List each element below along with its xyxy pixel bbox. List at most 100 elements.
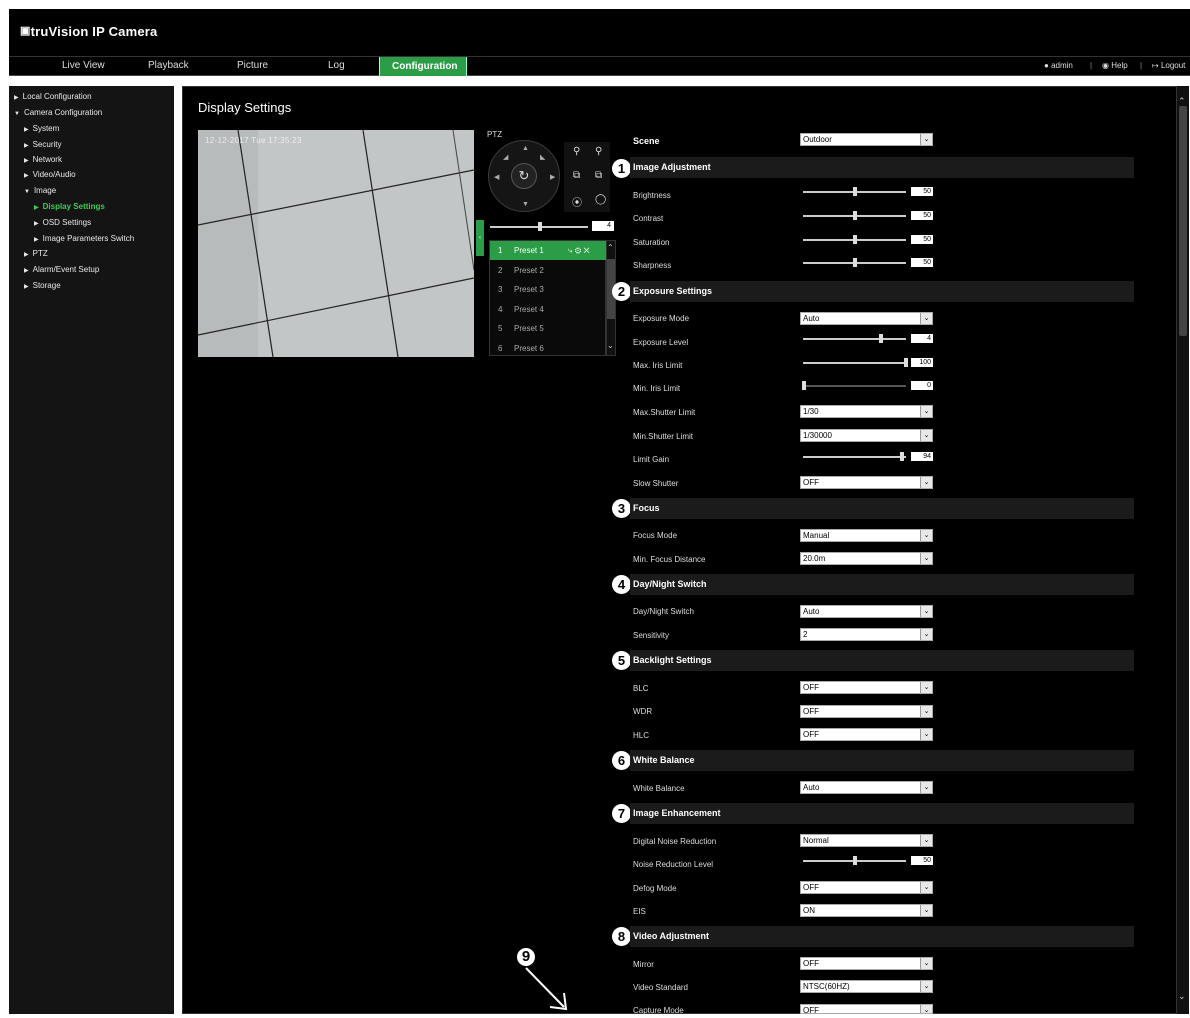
sidebar-item-image[interactable]: ▼ Image bbox=[24, 186, 56, 195]
preset-row[interactable]: 2 Preset 2 bbox=[490, 261, 607, 280]
tab-playback[interactable]: Playback bbox=[148, 60, 189, 71]
preset-row[interactable]: 1 Preset 1 ⤷ ⚙ ✕ bbox=[490, 241, 607, 260]
sidebar-item-osd-settings[interactable]: ▶ OSD Settings bbox=[34, 218, 91, 227]
limit-gain-value[interactable]: 94 bbox=[911, 452, 933, 461]
min-iris-value[interactable]: 0 bbox=[911, 381, 933, 390]
ptz-direction-wheel[interactable]: ▲ ▼ ◀ ▶ ◢ ◣ ↻ bbox=[488, 140, 560, 212]
logout-icon: ↦ bbox=[1152, 61, 1159, 70]
scroll-down-icon[interactable]: ⌄ bbox=[1178, 991, 1186, 1002]
arrow-down-icon[interactable]: ▼ bbox=[522, 201, 529, 208]
scroll-up-icon[interactable]: ⌃ bbox=[607, 243, 614, 252]
saturation-value[interactable]: 50 bbox=[911, 235, 933, 244]
max-iris-value[interactable]: 100 bbox=[911, 358, 933, 367]
sidebar-item-network[interactable]: ▶ Network bbox=[24, 155, 62, 164]
arrow-right-icon[interactable]: ▶ bbox=[550, 173, 555, 181]
sensitivity-select[interactable]: 2 ⌄ bbox=[800, 628, 933, 641]
mirror-select[interactable]: OFF ⌄ bbox=[800, 957, 933, 970]
arrow-up-left-icon[interactable]: ◢ bbox=[503, 153, 508, 161]
exposure-level-value[interactable]: 4 bbox=[911, 334, 933, 343]
arrow-left-icon[interactable]: ◀ bbox=[494, 173, 499, 181]
sidebar-item-storage[interactable]: ▶ Storage bbox=[24, 281, 61, 290]
sensitivity-label: Sensitivity bbox=[633, 631, 670, 640]
limit-gain-handle[interactable] bbox=[900, 452, 904, 461]
max-iris-handle[interactable] bbox=[904, 358, 908, 367]
contrast-handle[interactable] bbox=[853, 211, 857, 220]
collapse-ptz-button[interactable]: ‹ bbox=[476, 220, 484, 256]
exposure-level-handle[interactable] bbox=[879, 334, 883, 343]
focus-mode-select[interactable]: Manual ⌄ bbox=[800, 529, 933, 542]
hlc-select[interactable]: OFF ⌄ bbox=[800, 728, 933, 741]
dnr-select[interactable]: Normal ⌄ bbox=[800, 834, 933, 847]
sidebar-item-image-parameters-switch[interactable]: ▶ Image Parameters Switch bbox=[34, 234, 134, 243]
limit-gain-slider[interactable] bbox=[803, 456, 906, 458]
live-video[interactable]: 12-12-2017 Tue 17:35:23 bbox=[198, 130, 474, 357]
scroll-down-icon[interactable]: ⌄ bbox=[607, 341, 614, 350]
iris-close-icon[interactable]: ◯ bbox=[595, 194, 606, 205]
white-balance-select[interactable]: Auto ⌄ bbox=[800, 781, 933, 794]
sidebar-item-system[interactable]: ▶ System bbox=[24, 124, 59, 133]
admin-link[interactable]: ● admin bbox=[1044, 61, 1073, 70]
saturation-handle[interactable] bbox=[853, 235, 857, 244]
preset-row[interactable]: 6 Preset 6 bbox=[490, 339, 607, 358]
nr-level-handle[interactable] bbox=[853, 856, 857, 865]
min-iris-handle[interactable] bbox=[802, 381, 806, 390]
min-shutter-select[interactable]: 1/30000 ⌄ bbox=[800, 429, 933, 442]
sharpness-handle[interactable] bbox=[853, 258, 857, 267]
brightness-handle[interactable] bbox=[853, 187, 857, 196]
preset-row[interactable]: 4 Preset 4 bbox=[490, 300, 607, 319]
arrow-up-right-icon[interactable]: ◣ bbox=[540, 153, 545, 161]
set-preset-icon[interactable]: ⚙ bbox=[575, 246, 581, 255]
delete-preset-icon[interactable]: ✕ bbox=[583, 246, 589, 255]
max-shutter-select[interactable]: 1/30 ⌄ bbox=[800, 405, 933, 418]
auto-pan-icon[interactable]: ↻ bbox=[511, 163, 537, 189]
min-iris-slider[interactable] bbox=[803, 385, 906, 387]
scene-select[interactable]: Outdoor ⌄ bbox=[800, 133, 933, 146]
scrollbar-thumb[interactable] bbox=[1179, 106, 1187, 336]
nr-level-label: Noise Reduction Level bbox=[633, 860, 714, 869]
arrow-up-icon[interactable]: ▲ bbox=[522, 145, 529, 152]
ptz-speed-handle[interactable] bbox=[538, 222, 542, 231]
section-image-adjustment: Image Adjustment bbox=[630, 157, 1134, 178]
zoom-in-icon[interactable]: ⚲ bbox=[573, 146, 580, 157]
focus-near-icon[interactable]: ⧉ bbox=[573, 170, 580, 181]
sidebar-item-video-audio[interactable]: ▶ Video/Audio bbox=[24, 170, 76, 179]
sidebar-item-ptz[interactable]: ▶ PTZ bbox=[24, 249, 48, 258]
preset-row[interactable]: 3 Preset 3 bbox=[490, 280, 607, 299]
logout-link[interactable]: ↦ Logout bbox=[1152, 61, 1185, 70]
sidebar-item-security[interactable]: ▶ Security bbox=[24, 140, 62, 149]
zoom-out-icon[interactable]: ⚲ bbox=[595, 146, 602, 157]
iris-open-icon[interactable]: ⦿ bbox=[572, 194, 582, 209]
sidebar-item-camera-configuration[interactable]: ▼ Camera Configuration bbox=[14, 108, 102, 117]
exposure-level-slider[interactable] bbox=[803, 338, 906, 340]
day-night-select[interactable]: Auto ⌄ bbox=[800, 605, 933, 618]
help-link[interactable]: ◉ Help bbox=[1102, 61, 1128, 70]
wdr-select[interactable]: OFF ⌄ bbox=[800, 705, 933, 718]
focus-far-icon[interactable]: ⧉ bbox=[595, 170, 602, 181]
sidebar-item-local-configuration[interactable]: ▶ Local Configuration bbox=[14, 92, 92, 101]
slow-shutter-select[interactable]: OFF ⌄ bbox=[800, 476, 933, 489]
chevron-right-icon: ▶ bbox=[24, 158, 29, 164]
sharpness-value[interactable]: 50 bbox=[911, 258, 933, 267]
eis-select[interactable]: ON ⌄ bbox=[800, 904, 933, 917]
min-focus-select[interactable]: 20.0m ⌄ bbox=[800, 552, 933, 565]
page-scrollbar[interactable]: ⌃ ⌄ bbox=[1177, 86, 1189, 1014]
sidebar-item-alarm-event-setup[interactable]: ▶ Alarm/Event Setup bbox=[24, 265, 99, 274]
tab-picture[interactable]: Picture bbox=[237, 60, 268, 71]
capture-mode-select[interactable]: OFF ⌄ bbox=[800, 1004, 933, 1014]
contrast-value[interactable]: 50 bbox=[911, 211, 933, 220]
tab-configuration[interactable]: Configuration bbox=[379, 57, 467, 76]
help-icon: ◉ bbox=[1102, 61, 1109, 70]
nr-level-value[interactable]: 50 bbox=[911, 856, 933, 865]
preset-row[interactable]: 5 Preset 5 bbox=[490, 319, 607, 338]
blc-select[interactable]: OFF ⌄ bbox=[800, 681, 933, 694]
max-iris-slider[interactable] bbox=[803, 362, 906, 364]
exposure-mode-select[interactable]: Auto ⌄ bbox=[800, 312, 933, 325]
call-preset-icon[interactable]: ⤷ bbox=[568, 246, 572, 255]
sidebar-item-display-settings[interactable]: ▶ Display Settings bbox=[34, 202, 105, 211]
separator: | bbox=[1090, 61, 1093, 70]
tab-log[interactable]: Log bbox=[328, 60, 345, 71]
defog-select[interactable]: OFF ⌄ bbox=[800, 881, 933, 894]
tab-live-view[interactable]: Live View bbox=[62, 60, 105, 71]
video-standard-select[interactable]: NTSC(60HZ) ⌄ bbox=[800, 980, 933, 993]
brightness-value[interactable]: 50 bbox=[911, 187, 933, 196]
